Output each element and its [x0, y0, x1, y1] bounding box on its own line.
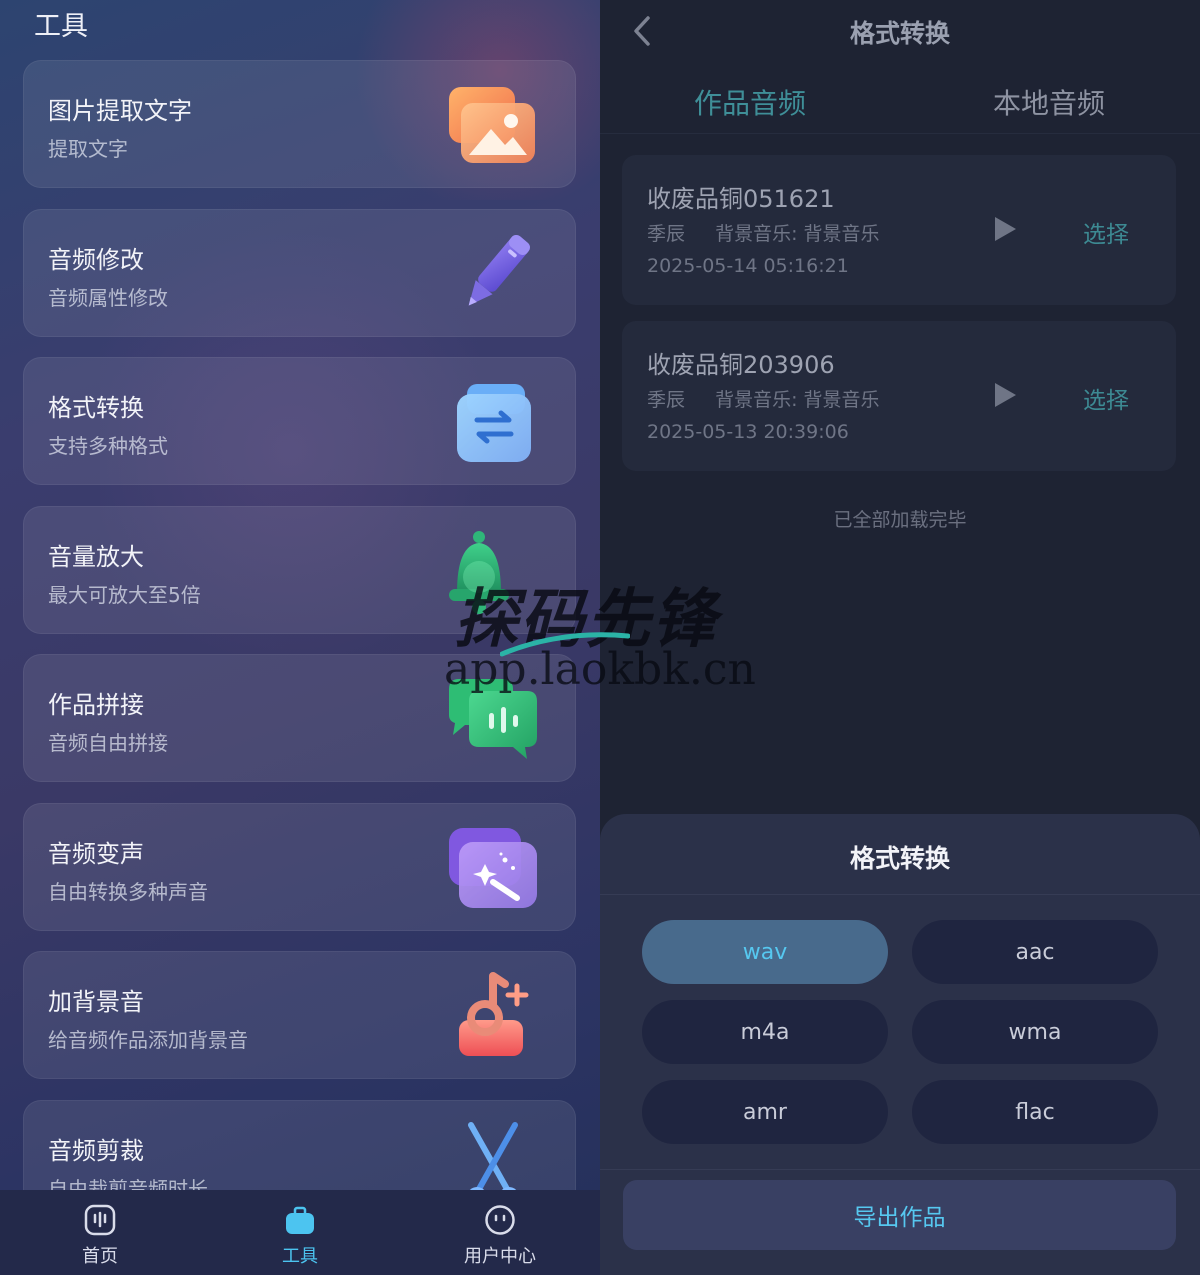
nav-label: 首页 — [82, 1246, 118, 1267]
tab-local-audio[interactable]: 本地音频 — [993, 82, 1105, 122]
audio-meta: 季辰 背景音乐: 背景音乐 — [647, 385, 880, 412]
format-option-wma[interactable]: wma — [912, 1000, 1158, 1064]
nav-home[interactable]: 首页 — [40, 1190, 160, 1275]
tool-name: 音量放大 — [48, 542, 144, 571]
tool-card-voice-change[interactable]: 音频变声 自由转换多种声音 — [23, 802, 576, 931]
play-icon[interactable] — [992, 215, 1018, 243]
tool-name: 音频修改 — [48, 245, 144, 274]
pencil-icon — [468, 234, 530, 306]
tool-name: 音频变声 — [48, 839, 144, 868]
select-button[interactable]: 选择 — [1083, 381, 1129, 415]
tool-card-image-to-text[interactable]: 图片提取文字 提取文字 — [23, 60, 576, 188]
tool-card-splice[interactable]: 作品拼接 音频自由拼接 — [23, 654, 576, 782]
tool-desc: 最大可放大至5倍 — [48, 582, 201, 607]
format-option-flac[interactable]: flac — [912, 1080, 1158, 1144]
chat-icon — [449, 679, 537, 759]
nav-label: 工具 — [282, 1246, 318, 1267]
tool-desc: 音频自由拼接 — [48, 731, 168, 755]
select-button[interactable]: 选择 — [1083, 215, 1129, 249]
divider — [600, 894, 1200, 895]
nav-user-center[interactable]: 用户中心 — [440, 1190, 560, 1275]
tool-desc: 自由转换多种声音 — [48, 879, 208, 904]
magic-wand-icon — [449, 827, 537, 908]
play-icon[interactable] — [992, 381, 1018, 409]
audio-bgm: 背景音乐: 背景音乐 — [715, 223, 880, 245]
music-note-icon — [459, 972, 529, 1056]
tool-list: 图片提取文字 提取文字 音频修改 音频属性修改 格式转换 支持多种格式 音量放大… — [23, 60, 576, 1248]
audio-meta: 季辰 背景音乐: 背景音乐 — [647, 219, 880, 246]
audio-date: 2025-05-14 05:16:21 — [647, 255, 849, 277]
audio-item: 收废品铜051621 季辰 背景音乐: 背景音乐 2025-05-14 05:1… — [622, 155, 1176, 305]
tool-card-add-bgm[interactable]: 加背景音 给音频作品添加背景音 — [23, 951, 576, 1079]
bell-icon — [449, 530, 509, 614]
tool-card-volume-boost[interactable]: 音量放大 最大可放大至5倍 — [23, 505, 576, 634]
format-option-m4a[interactable]: m4a — [642, 1000, 888, 1064]
nav-label: 用户中心 — [464, 1246, 536, 1267]
user-icon — [485, 1205, 515, 1235]
toolbox-icon — [286, 1206, 314, 1234]
tool-desc: 支持多种格式 — [48, 434, 168, 458]
load-complete-text: 已全部加载完毕 — [833, 509, 967, 531]
home-icon — [84, 1204, 116, 1236]
convert-icon — [457, 384, 531, 462]
audio-title: 收废品铜203906 — [647, 351, 835, 379]
tool-card-audio-modify[interactable]: 音频修改 音频属性修改 — [23, 208, 576, 337]
page-title: 工具 — [34, 11, 88, 42]
tool-name: 格式转换 — [48, 394, 144, 422]
audio-author: 季辰 — [647, 223, 686, 245]
tool-name: 图片提取文字 — [48, 97, 192, 125]
nav-tools[interactable]: 工具 — [240, 1190, 360, 1275]
divider — [600, 1169, 1200, 1170]
export-button[interactable]: 导出作品 — [623, 1180, 1176, 1250]
bottom-nav: 首页 工具 用户中心 — [0, 1190, 600, 1275]
image-icon — [449, 87, 535, 163]
tool-card-format-convert[interactable]: 格式转换 支持多种格式 — [23, 357, 576, 485]
format-option-aac[interactable]: aac — [912, 920, 1158, 984]
format-convert-screen: 格式转换 作品音频 本地音频 收废品铜051621 季辰 背景音乐: 背景音乐 … — [600, 0, 1200, 1275]
tools-screen: 工具 图片提取文字 提取文字 音频修改 音频属性修改 格式转换 支持多种格式 音… — [0, 0, 600, 1275]
audio-date: 2025-05-13 20:39:06 — [647, 421, 849, 443]
format-option-wav[interactable]: wav — [642, 920, 888, 984]
audio-bgm: 背景音乐: 背景音乐 — [715, 389, 880, 411]
audio-title: 收废品铜051621 — [647, 185, 835, 213]
tool-name: 音频剪裁 — [48, 1136, 144, 1165]
tool-name: 加背景音 — [48, 988, 144, 1016]
tool-name: 作品拼接 — [48, 691, 144, 719]
format-option-amr[interactable]: amr — [642, 1080, 888, 1144]
tool-desc: 音频属性修改 — [48, 285, 168, 310]
tab-works-audio[interactable]: 作品音频 — [694, 82, 806, 122]
tool-desc: 给音频作品添加背景音 — [48, 1028, 248, 1052]
format-bottom-sheet: 格式转换 wav aac m4a wma amr flac 导出作品 — [600, 814, 1200, 1275]
page-title: 格式转换 — [849, 19, 950, 48]
tab-divider — [600, 133, 1200, 134]
audio-item: 收废品铜203906 季辰 背景音乐: 背景音乐 2025-05-13 20:3… — [622, 321, 1176, 471]
tool-desc: 提取文字 — [48, 137, 128, 161]
audio-author: 季辰 — [647, 389, 686, 411]
sheet-title: 格式转换 — [849, 844, 950, 873]
